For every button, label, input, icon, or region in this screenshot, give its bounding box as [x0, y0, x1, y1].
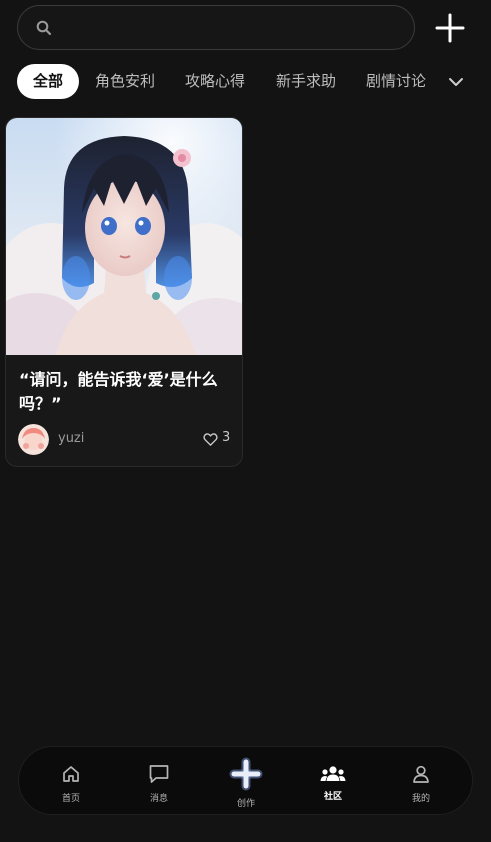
search-icon [36, 20, 52, 36]
tab-strategy[interactable]: 攻略心得 [185, 64, 245, 99]
chevron-down-icon[interactable] [446, 72, 466, 92]
nav-home-label: 首页 [61, 794, 80, 804]
create-plus-icon [229, 757, 263, 791]
nav-messages-label: 消息 [149, 794, 168, 804]
tab-story-discussion[interactable]: 剧情讨论 [366, 64, 426, 99]
nav-home[interactable]: 首页 [36, 747, 106, 816]
heart-icon[interactable] [203, 432, 218, 447]
tab-all[interactable]: 全部 [17, 64, 80, 99]
post-card[interactable]: “请问，能告诉我‘爱’是什么吗？” yuzi 3 [5, 117, 243, 467]
nav-profile[interactable]: 我的 [386, 747, 456, 816]
author-avatar[interactable] [18, 424, 49, 455]
tab-newbie-help[interactable]: 新手求助 [276, 64, 336, 99]
tab-character-recommend[interactable]: 角色安利 [95, 64, 155, 99]
profile-icon [413, 765, 429, 783]
search-input[interactable] [62, 14, 402, 42]
bottom-nav: 首页 消息 创作 社区 我的 [18, 746, 473, 815]
community-icon [320, 766, 346, 781]
search-bar[interactable] [17, 5, 415, 50]
message-icon [149, 765, 169, 783]
nav-create-label: 创作 [236, 799, 255, 809]
nav-community[interactable]: 社区 [298, 747, 368, 816]
author-name[interactable]: yuzi [58, 431, 84, 446]
post-cover-image [6, 118, 242, 355]
post-title: “请问，能告诉我‘爱’是什么吗？” [19, 370, 218, 413]
nav-messages[interactable]: 消息 [124, 747, 194, 816]
nav-community-label: 社区 [323, 792, 342, 802]
like-count: 3 [222, 430, 231, 445]
home-icon [63, 766, 79, 782]
category-tabs: 全部 角色安利 攻略心得 新手求助 剧情讨论 [17, 64, 491, 99]
nav-profile-label: 我的 [411, 794, 430, 804]
add-post-button[interactable] [432, 10, 468, 46]
nav-create[interactable]: 创作 [211, 747, 281, 816]
